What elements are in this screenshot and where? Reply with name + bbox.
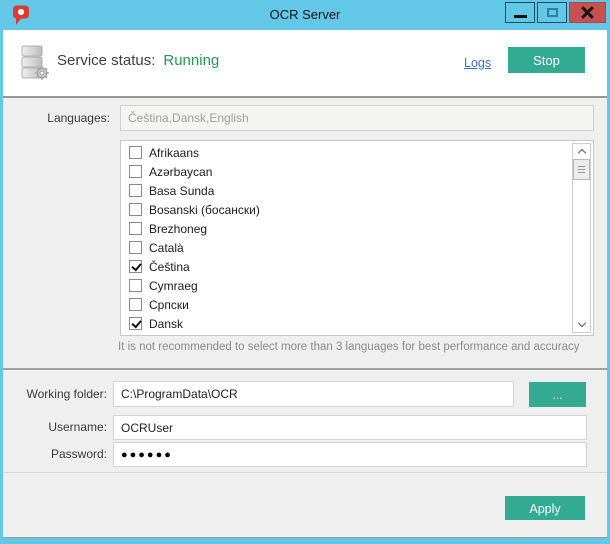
maximize-button[interactable]: [537, 2, 567, 23]
checkbox-icon[interactable]: [129, 222, 142, 235]
language-label: Basa Sunda: [149, 184, 214, 198]
language-item[interactable]: Čeština: [121, 257, 573, 276]
language-label: Cymraeg: [149, 279, 198, 293]
languages-label: Languages:: [0, 105, 110, 131]
chevron-up-icon: [577, 149, 585, 157]
checkbox-icon[interactable]: [129, 298, 142, 311]
scrollbar-thumb[interactable]: [573, 159, 590, 180]
service-status: Service status: Running: [57, 52, 219, 69]
checkbox-checked-icon[interactable]: [129, 260, 142, 273]
stop-button[interactable]: Stop: [508, 47, 585, 73]
chevron-down-icon: [577, 319, 585, 327]
scrollbar[interactable]: [572, 143, 591, 333]
language-label: Afrikaans: [149, 146, 199, 160]
language-item[interactable]: Bosanski (босански): [121, 200, 573, 219]
service-status-value: Running: [163, 52, 219, 69]
language-label: Dansk: [149, 317, 183, 331]
language-label: Bosanski (босански): [149, 203, 260, 217]
minimize-icon: [514, 15, 527, 18]
language-item[interactable]: Azərbaycan: [121, 162, 573, 181]
gear-icon: [35, 66, 49, 80]
language-item[interactable]: Brezhoneg: [121, 219, 573, 238]
checkbox-icon[interactable]: [129, 184, 142, 197]
scroll-down-button[interactable]: [573, 317, 590, 332]
checkbox-icon[interactable]: [129, 146, 142, 159]
close-button[interactable]: [569, 2, 606, 23]
browse-button[interactable]: ...: [529, 382, 586, 407]
scroll-up-button[interactable]: [573, 144, 590, 159]
grip-icon: [578, 166, 585, 173]
logs-link[interactable]: Logs: [464, 56, 491, 70]
apply-button[interactable]: Apply: [505, 496, 585, 520]
database-service-icon: [20, 45, 50, 81]
language-item[interactable]: Dansk: [121, 314, 573, 333]
working-folder-input[interactable]: [113, 381, 514, 407]
language-item[interactable]: Српски: [121, 295, 573, 314]
password-label: Password:: [0, 442, 107, 467]
working-folder-label: Working folder:: [0, 381, 107, 407]
language-item[interactable]: Afrikaans: [121, 143, 573, 162]
titlebar[interactable]: OCR Server: [0, 0, 610, 30]
password-input[interactable]: [113, 442, 587, 467]
username-input[interactable]: [113, 415, 587, 440]
language-label: Azərbaycan: [149, 165, 212, 179]
language-item[interactable]: Basa Sunda: [121, 181, 573, 200]
language-item[interactable]: Cymraeg: [121, 276, 573, 295]
language-label: Čeština: [149, 260, 190, 274]
maximize-icon: [547, 8, 558, 17]
service-status-label: Service status:: [57, 52, 155, 69]
language-label: Brezhoneg: [149, 222, 207, 236]
language-label: Српски: [149, 298, 189, 312]
language-list: Afrikaans Azərbaycan Basa Sunda Bosanski (б…: [121, 143, 573, 336]
checkbox-icon[interactable]: [129, 203, 142, 216]
username-label: Username:: [0, 415, 107, 440]
languages-hint: It is not recommended to select more tha…: [118, 341, 580, 353]
close-icon: [580, 6, 595, 19]
checkbox-icon[interactable]: [129, 165, 142, 178]
checkbox-icon[interactable]: [129, 241, 142, 254]
language-label: Català: [149, 241, 184, 255]
language-item[interactable]: Deutsch: [121, 333, 573, 336]
ocr-server-window: OCR Server Service status: Running: [0, 0, 610, 544]
language-label: Deutsch: [149, 336, 193, 337]
checkbox-checked-icon[interactable]: [129, 317, 142, 330]
language-item[interactable]: Català: [121, 238, 573, 257]
languages-summary-field[interactable]: [120, 105, 594, 131]
minimize-button[interactable]: [505, 2, 535, 23]
checkbox-icon[interactable]: [129, 279, 142, 292]
language-listbox: Afrikaans Azərbaycan Basa Sunda Bosanski (б…: [120, 140, 594, 336]
